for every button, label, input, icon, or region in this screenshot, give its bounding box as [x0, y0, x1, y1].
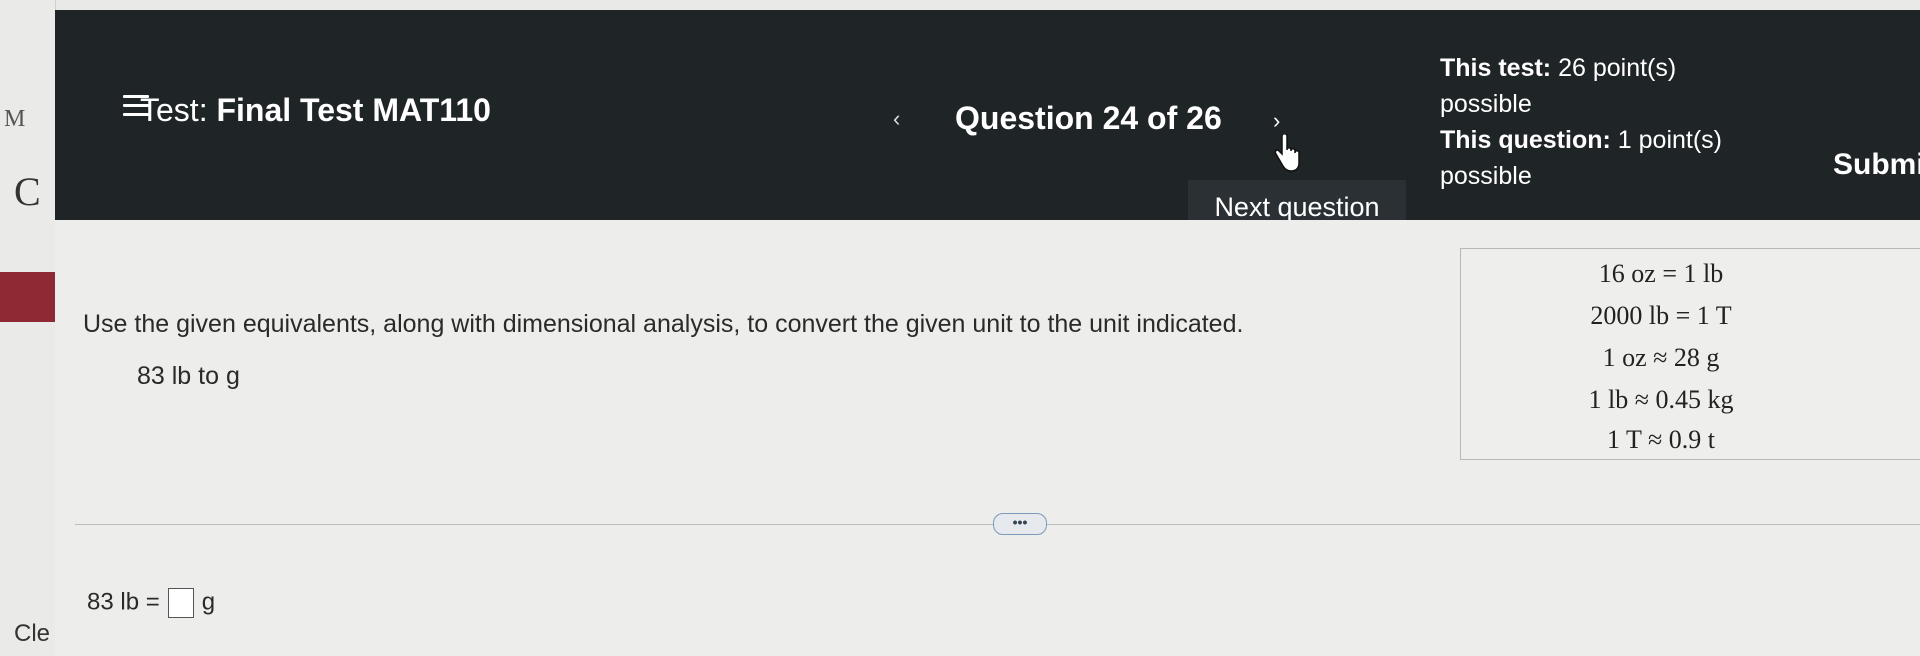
question-problem: 83 lb to g	[137, 362, 240, 390]
next-question-button[interactable]: ›	[1273, 108, 1280, 134]
test-header: Test: Final Test MAT110 ‹ Question 24 of…	[55, 10, 1920, 220]
equivalents-box: 16 oz = 1 lb 2000 lb = 1 T 1 oz ≈ 28 g 1…	[1460, 248, 1920, 460]
equivalent-row: 1 lb ≈ 0.45 kg	[1588, 385, 1734, 414]
test-title: Test: Final Test MAT110	[140, 92, 491, 129]
test-name: Final Test MAT110	[216, 92, 491, 128]
points-info: This test: 26 point(s) possible This que…	[1440, 50, 1740, 194]
equivalent-row: 2000 lb = 1 T	[1590, 301, 1732, 330]
previous-question-button[interactable]: ‹	[893, 106, 900, 132]
answer-input[interactable]	[167, 588, 194, 618]
more-options-button[interactable]: •••	[993, 513, 1047, 535]
this-test-label: This test:	[1440, 54, 1552, 82]
answer-prefix: 83 lb =	[87, 588, 160, 616]
equivalent-row: 1 T ≈ 0.9 t	[1607, 425, 1715, 454]
submit-test-button[interactable]: Submit te	[1833, 148, 1920, 182]
answer-unit: g	[201, 588, 216, 616]
side-page-strip: M C Cle	[0, 0, 56, 656]
question-counter: Question 24 of 26	[955, 100, 1222, 136]
equivalent-row: 16 oz = 1 lb	[1598, 259, 1724, 288]
question-area: Use the given equivalents, along with di…	[55, 220, 1920, 656]
question-instructions: Use the given equivalents, along with di…	[83, 310, 1244, 338]
side-bottom-text: Cle	[14, 620, 51, 647]
test-label: Test:	[140, 92, 208, 128]
equivalent-row: 1 oz ≈ 28 g	[1602, 343, 1720, 372]
side-letter-top: M	[4, 106, 26, 132]
this-question-label: This question:	[1440, 126, 1611, 154]
side-accent-bar	[0, 272, 55, 322]
answer-line: 83 lb = g	[87, 588, 215, 618]
side-letter-mid: C	[14, 169, 41, 214]
hand-pointer-icon	[1274, 134, 1300, 172]
